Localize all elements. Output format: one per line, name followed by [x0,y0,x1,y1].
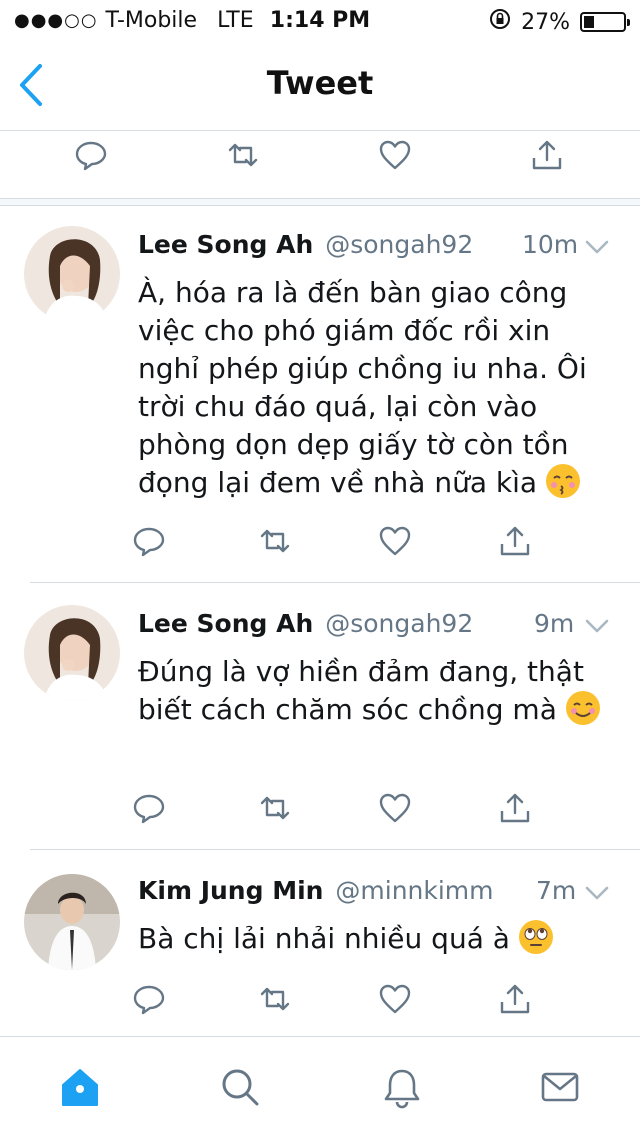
reply-tweet[interactable]: Kim Jung Min @minnkimm 7m Bà chị lải nhả… [0,850,640,1036]
avatar[interactable] [24,874,120,970]
timestamp: 7m [536,876,577,905]
reply-icon [133,985,165,1015]
tweet-header: Kim Jung Min @minnkimm [138,876,494,905]
share-icon [500,526,530,556]
reply-icon [75,141,107,171]
share-icon [500,984,530,1014]
search-icon [222,1069,259,1106]
kissing-face-emoji [545,464,580,498]
reply-button[interactable] [132,524,172,564]
avatar[interactable] [24,605,120,701]
share-button[interactable] [498,524,538,564]
tweet-actions [0,791,640,841]
tab-bar [0,1036,640,1137]
tweet-text: Bà chị lải nhải nhiều quá à [138,920,608,958]
tweet-actions [0,524,640,574]
share-icon [500,793,530,823]
retweet-button[interactable] [258,791,298,831]
reply-tweet[interactable]: Lee Song Ah @songah92 10m À, hóa ra là đ… [0,206,640,582]
chevron-down-icon[interactable] [584,613,610,639]
smiling-face-emoji [565,691,600,725]
reply-icon [133,527,165,557]
rotation-lock-icon [489,8,511,36]
share-button[interactable] [530,138,570,178]
tab-notifications[interactable] [380,1065,424,1109]
timestamp: 9m [534,609,575,638]
username[interactable]: @minnkimm [335,876,493,905]
tweet-text: À, hóa ra là đến bàn giao công việc cho … [138,274,608,502]
eye-roll-face-emoji [518,920,553,954]
tab-home[interactable] [58,1065,102,1109]
display-name[interactable]: Lee Song Ah [138,609,313,638]
timestamp: 10m [522,230,579,259]
status-bar: ●●●○○ T-Mobile LTE 1:14 PM 27% [0,0,640,40]
tweet-header: Lee Song Ah @songah92 [138,609,473,638]
share-button[interactable] [498,791,538,831]
reply-icon [133,794,165,824]
reply-button[interactable] [132,982,172,1022]
share-button[interactable] [498,982,538,1022]
retweet-button[interactable] [258,982,298,1022]
like-icon [379,793,411,823]
battery-percent: 27% [521,9,570,35]
tweet-actions [0,982,640,1032]
like-button[interactable] [378,524,418,564]
messages-icon [541,1072,579,1102]
retweet-icon [260,987,290,1011]
tweet-header: Lee Song Ah @songah92 [138,230,473,259]
like-button[interactable] [378,982,418,1022]
retweet-button[interactable] [226,138,266,178]
retweet-icon [260,529,290,553]
reply-tweet[interactable]: Lee Song Ah @songah92 9m Đúng là vợ hiền… [0,583,640,849]
reply-button[interactable] [132,791,172,831]
notifications-icon [384,1069,420,1109]
username[interactable]: @songah92 [325,609,473,638]
like-icon [379,140,411,170]
section-separator [0,198,640,206]
retweet-icon [260,796,290,820]
status-right: 27% [489,8,630,36]
retweet-button[interactable] [258,524,298,564]
tweet-text: Đúng là vợ hiền đảm đang, thật biết cách… [138,653,608,729]
chevron-down-icon[interactable] [584,880,610,906]
reply-button[interactable] [74,138,114,178]
chevron-down-icon[interactable] [584,234,610,260]
battery-icon [580,12,630,32]
tab-messages[interactable] [538,1065,582,1109]
home-icon [62,1069,98,1106]
like-icon [379,984,411,1014]
share-icon [532,140,562,170]
like-button[interactable] [378,138,418,178]
tab-search[interactable] [218,1065,262,1109]
avatar[interactable] [24,226,120,322]
main-tweet-actions [0,138,640,188]
nav-bar: Tweet [0,40,640,131]
username[interactable]: @songah92 [325,230,473,259]
display-name[interactable]: Lee Song Ah [138,230,313,259]
tweet-text-content: À, hóa ra là đến bàn giao công việc cho … [138,276,587,499]
tweet-text-content: Bà chị lải nhải nhiều quá à [138,922,510,955]
like-button[interactable] [378,791,418,831]
page-title: Tweet [266,64,374,102]
display-name[interactable]: Kim Jung Min [138,876,323,905]
tweet-text-content: Đúng là vợ hiền đảm đang, thật biết cách… [138,655,584,726]
retweet-icon [228,143,258,167]
like-icon [379,526,411,556]
